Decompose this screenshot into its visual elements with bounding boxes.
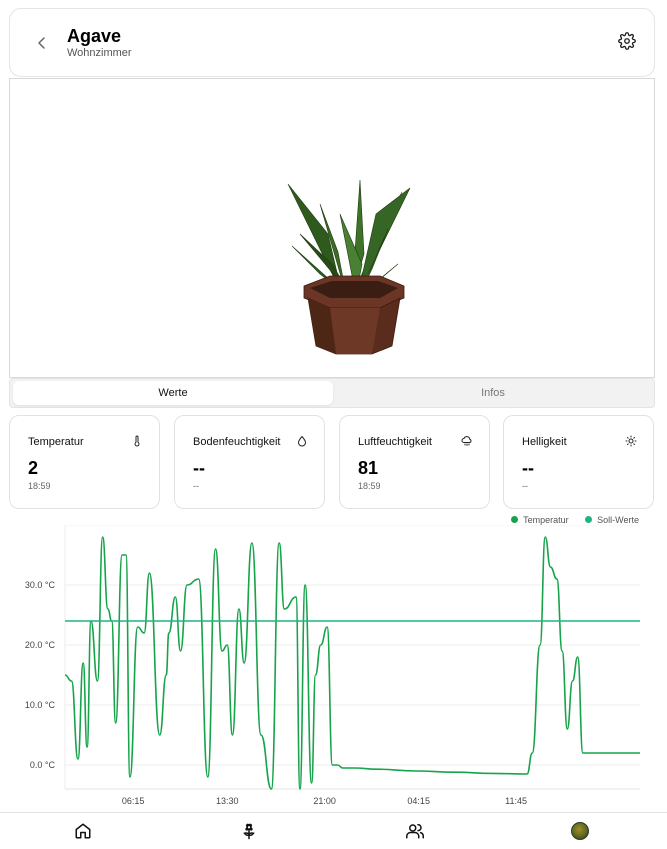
sun-icon [625, 435, 637, 447]
sensor-time: -- [522, 481, 528, 491]
sensor-time: 18:59 [358, 481, 381, 491]
sensor-value: -- [193, 458, 205, 478]
sensor-label: Bodenfeuchtigkeit [193, 436, 281, 448]
chart-legend: Temperatur Soll-Werte [497, 515, 639, 525]
thermometer-icon [134, 435, 140, 447]
y-tick-label: 10.0 °C [25, 700, 56, 710]
sensor-value: 81 [358, 458, 379, 478]
x-tick-label: 11:45 [505, 796, 527, 806]
sensor-label: Luftfeuchtigkeit [358, 436, 432, 448]
x-tick-label: 06:15 [122, 796, 145, 806]
avatar[interactable] [571, 822, 589, 840]
header-card: Agave Wohnzimmer [9, 8, 655, 77]
tab-werte[interactable]: Werte [13, 381, 333, 405]
sensor-card-bodenfeuchtigkeit[interactable]: Bodenfeuchtigkeit -- -- [174, 415, 325, 509]
sensor-card-temperatur[interactable]: Temperatur 2 18:59 [9, 415, 160, 509]
users-icon[interactable] [406, 822, 424, 840]
sensor-card-helligkeit[interactable]: Helligkeit -- -- [503, 415, 654, 509]
y-tick-label: 20.0 °C [25, 640, 56, 650]
y-tick-label: 0.0 °C [30, 760, 56, 770]
cloud-drizzle-icon [461, 436, 472, 446]
temperature-chart[interactable]: 0.0 °C 10.0 °C 20.0 °C 30.0 °C 06:15 13:30 21:… [0, 525, 667, 810]
legend-dot [511, 516, 519, 523]
x-tick-label: 04:15 [407, 796, 430, 806]
home-icon[interactable] [74, 822, 92, 840]
sensor-card-luftfeuchtigkeit[interactable]: Luftfeuchtigkeit 81 18:59 [339, 415, 490, 509]
plant-model [287, 179, 411, 355]
legend-item-soll-werte[interactable]: Soll-Werte [585, 515, 639, 525]
tab-infos[interactable]: Infos [333, 381, 653, 405]
sensor-time: 18:59 [28, 481, 51, 491]
sensor-value: -- [522, 458, 534, 478]
flower-icon[interactable] [240, 822, 258, 840]
sensor-label: Temperatur [28, 436, 84, 448]
x-tick-label: 13:30 [216, 796, 239, 806]
sensor-label: Helligkeit [522, 436, 567, 448]
plant-3d-view[interactable] [9, 78, 655, 378]
legend-dot [585, 516, 593, 523]
sensor-time: -- [193, 481, 199, 491]
legend-item-temperatur[interactable]: Temperatur [511, 515, 569, 525]
y-tick-label: 30.0 °C [25, 580, 56, 590]
page-subtitle: Wohnzimmer [67, 47, 132, 59]
sensor-value: 2 [28, 458, 39, 478]
series-line-temperatur [64, 536, 640, 790]
x-tick-label: 21:00 [313, 796, 336, 806]
bottom-nav [0, 812, 667, 849]
gear-icon[interactable] [618, 32, 636, 50]
back-icon[interactable] [34, 33, 50, 53]
page-title: Agave [67, 26, 122, 46]
droplet-icon [298, 436, 306, 447]
tab-bar: Werte Infos [9, 378, 655, 408]
